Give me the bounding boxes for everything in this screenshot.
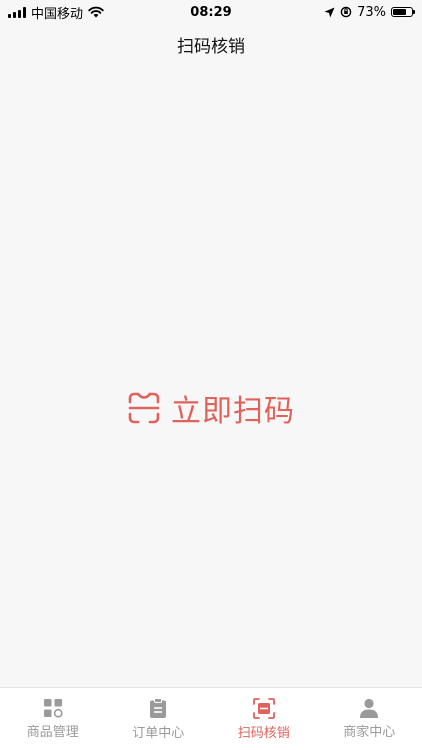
- battery-percent: 73%: [357, 4, 386, 20]
- battery-fill: [393, 9, 407, 15]
- scan-now-label: 立即扫码: [171, 394, 295, 429]
- person-icon: [360, 698, 379, 718]
- status-right: 73%: [324, 5, 422, 20]
- grid-icon: [43, 699, 63, 718]
- clipboard-icon: [150, 697, 167, 718]
- signal-icon: [8, 6, 26, 18]
- scan-frame-icon: [252, 697, 275, 719]
- tab-order-center[interactable]: 订单中心: [106, 688, 212, 750]
- battery-icon: [391, 7, 415, 17]
- tab-label: 订单中心: [132, 725, 185, 741]
- scan-now-button[interactable]: 立即扫码: [0, 386, 422, 430]
- scan-icon: [128, 392, 160, 424]
- tab-label: 商家中心: [343, 725, 396, 740]
- wifi-icon: [88, 6, 104, 18]
- tab-scan-verify[interactable]: 扫码核销: [211, 688, 317, 750]
- status-bar: 中国移动 08:29 73%: [0, 0, 422, 24]
- tab-label: 商品管理: [26, 725, 79, 740]
- tab-merchant-center[interactable]: 商家中心: [317, 688, 422, 750]
- tab-bar: 商品管理 订单中心 扫码核销 商家中心: [0, 687, 422, 750]
- rotation-lock-icon: [340, 6, 352, 18]
- carrier-name: 中国移动: [31, 6, 84, 22]
- nav-bar: 扫码核销: [0, 24, 422, 64]
- status-left: 中国移动: [0, 3, 104, 22]
- location-arrow-icon: [324, 7, 335, 17]
- tab-label: 扫码核销: [237, 725, 290, 741]
- tab-product-management[interactable]: 商品管理: [0, 688, 106, 750]
- page-title: 扫码核销: [177, 36, 245, 57]
